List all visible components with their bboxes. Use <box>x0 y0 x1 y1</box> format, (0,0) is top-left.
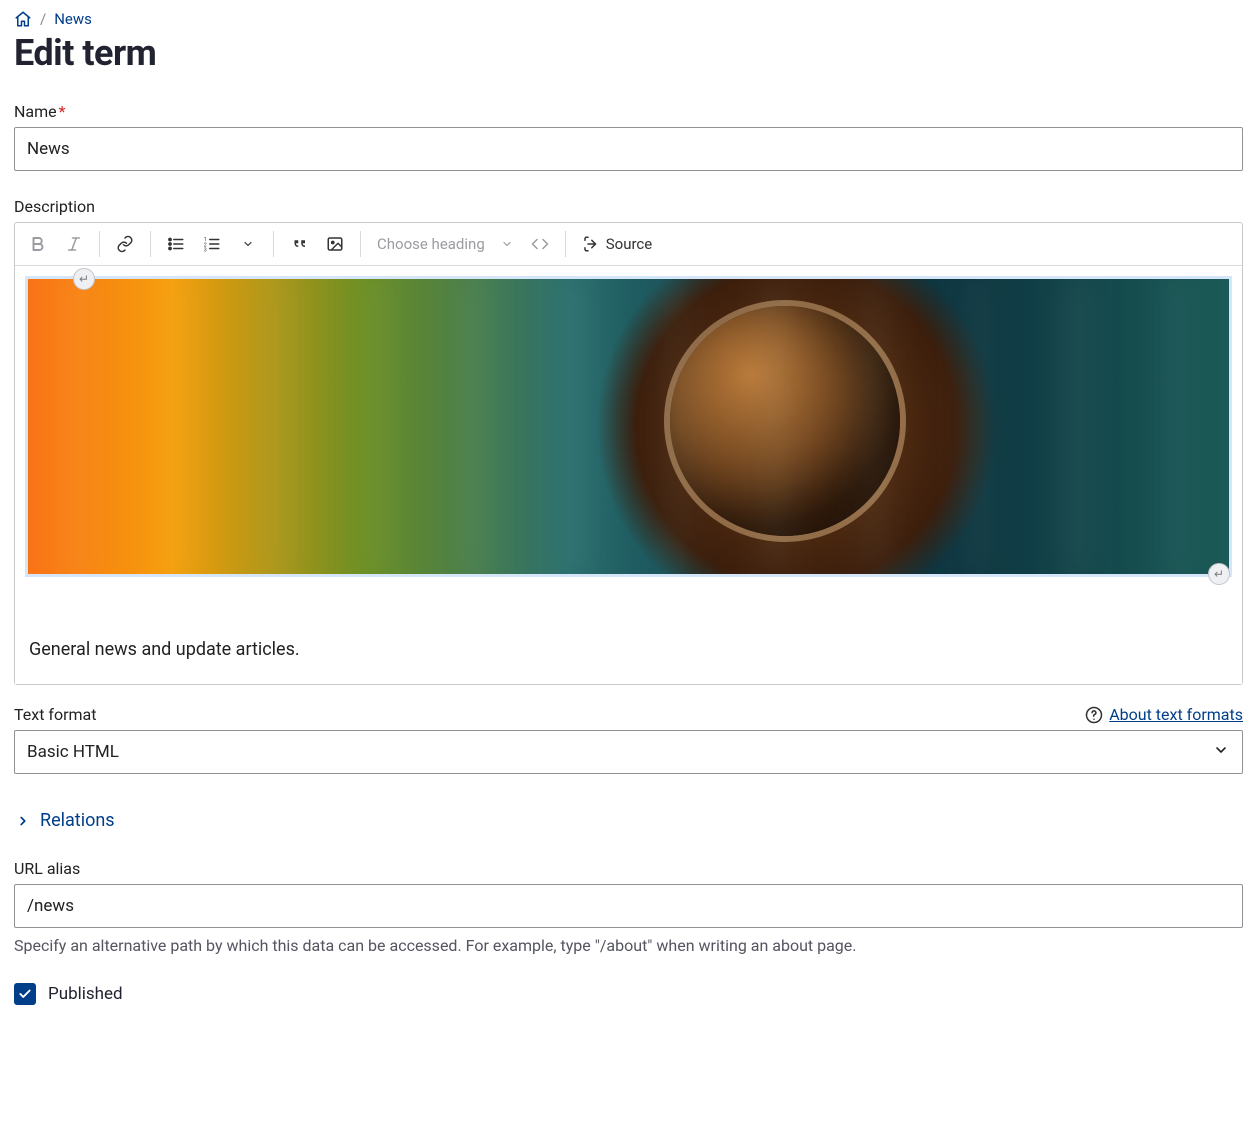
page-title: Edit term <box>14 32 1243 74</box>
heading-dropdown-label: Choose heading <box>377 235 485 253</box>
breadcrumb-current[interactable]: News <box>54 10 92 28</box>
field-name: Name* <box>14 102 1243 171</box>
text-format-select[interactable]: Basic HTML <box>14 730 1243 774</box>
breadcrumb-home[interactable] <box>14 10 32 28</box>
about-text-formats-label: About text formats <box>1109 705 1243 724</box>
chevron-down-icon <box>501 238 513 250</box>
text-format-row: Text format About text formats <box>14 705 1243 724</box>
breadcrumb: / News <box>14 10 1243 28</box>
editor-image[interactable]: ↵ ↵ <box>25 276 1232 577</box>
about-text-formats-link[interactable]: About text formats <box>1085 705 1243 724</box>
chevron-down-icon <box>242 238 254 250</box>
text-format-label: Text format <box>14 705 96 724</box>
check-icon <box>18 987 32 1001</box>
image-icon <box>326 235 344 253</box>
editor-paragraph[interactable]: General news and update articles. <box>29 637 1242 662</box>
bold-button[interactable] <box>21 227 55 261</box>
url-alias-label: URL alias <box>14 859 1243 878</box>
italic-icon <box>65 235 83 253</box>
toolbar-separator <box>99 231 100 257</box>
relations-summary[interactable]: Relations <box>14 800 1243 837</box>
source-button[interactable]: Source <box>574 227 660 261</box>
name-label-text: Name <box>14 102 57 121</box>
field-url-alias: URL alias Specify an alternative path by… <box>14 859 1243 955</box>
svg-text:3: 3 <box>204 248 207 254</box>
text-format-select-wrap: Basic HTML <box>14 730 1243 774</box>
bulleted-list-icon <box>167 235 185 253</box>
published-row: Published <box>14 983 1243 1005</box>
source-icon <box>582 235 600 253</box>
toolbar-separator <box>150 231 151 257</box>
blockquote-button[interactable] <box>282 227 316 261</box>
editor-toolbar: 123 Choose heading Source <box>15 223 1242 266</box>
description-label: Description <box>14 197 1243 216</box>
editor-content[interactable]: ↵ ↵ General news and update articles. <box>15 276 1242 684</box>
toolbar-separator <box>273 231 274 257</box>
bold-icon <box>29 235 47 253</box>
help-icon <box>1085 706 1103 724</box>
toolbar-separator <box>565 231 566 257</box>
field-description: Description 123 <box>14 197 1243 685</box>
chevron-right-icon <box>16 814 30 828</box>
image-button[interactable] <box>318 227 352 261</box>
italic-button[interactable] <box>57 227 91 261</box>
required-mark: * <box>59 102 66 121</box>
published-label: Published <box>48 984 123 1004</box>
relations-label: Relations <box>40 810 115 831</box>
code-icon <box>531 235 549 253</box>
published-checkbox[interactable] <box>14 983 36 1005</box>
blockquote-icon <box>290 235 308 253</box>
source-button-label: Source <box>606 235 652 253</box>
url-alias-help: Specify an alternative path by which thi… <box>14 936 1243 955</box>
list-style-dropdown[interactable] <box>231 227 265 261</box>
rich-text-editor: 123 Choose heading Source <box>14 222 1243 685</box>
link-icon <box>116 235 134 253</box>
home-icon <box>14 10 32 28</box>
code-button[interactable] <box>523 227 557 261</box>
toolbar-separator <box>360 231 361 257</box>
url-alias-input[interactable] <box>14 884 1243 928</box>
drag-handle-after[interactable]: ↵ <box>1208 563 1230 585</box>
breadcrumb-separator: / <box>40 10 46 28</box>
numbered-list-button[interactable]: 123 <box>195 227 229 261</box>
drag-handle-before[interactable]: ↵ <box>73 268 95 290</box>
numbered-list-icon: 123 <box>203 235 221 253</box>
bulleted-list-button[interactable] <box>159 227 193 261</box>
name-label: Name* <box>14 102 1243 121</box>
heading-dropdown[interactable]: Choose heading <box>369 227 521 261</box>
embedded-image[interactable] <box>28 279 1229 574</box>
link-button[interactable] <box>108 227 142 261</box>
name-input[interactable] <box>14 127 1243 171</box>
